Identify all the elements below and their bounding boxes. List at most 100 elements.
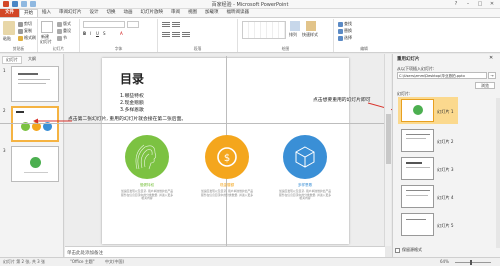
find-button[interactable]: 查找 bbox=[344, 21, 352, 26]
layout-button[interactable]: 版式 bbox=[63, 21, 71, 26]
reuse-slide-label-3[interactable]: 幻灯片 3 bbox=[437, 167, 454, 173]
reuse-slide-thumb-2[interactable] bbox=[401, 129, 434, 152]
tab-7[interactable]: 幻灯片放映 bbox=[137, 9, 168, 17]
tab-10[interactable]: 加载项 bbox=[201, 9, 223, 17]
align-right-icon[interactable] bbox=[182, 32, 190, 37]
select-button[interactable]: 选择 bbox=[344, 35, 352, 40]
format-painter-button[interactable]: 格式刷 bbox=[24, 35, 36, 40]
shapes-gallery[interactable] bbox=[242, 21, 286, 39]
tab-1[interactable]: 开始 bbox=[19, 9, 38, 17]
replace-button[interactable]: 替换 bbox=[344, 28, 352, 33]
tab-9[interactable]: 视图 bbox=[184, 9, 201, 17]
circle-blue[interactable] bbox=[283, 135, 327, 179]
slide-thumbnail-2[interactable] bbox=[11, 106, 59, 142]
slide-title[interactable]: 目录 bbox=[120, 70, 144, 87]
reuse-pane-title: 重用幻灯片 bbox=[397, 57, 420, 62]
section-icon bbox=[57, 35, 62, 41]
reuse-scrollbar[interactable] bbox=[496, 98, 500, 248]
quick-styles-button[interactable]: 快速样式 bbox=[302, 32, 318, 38]
tab-3[interactable]: 审阅幻灯片 bbox=[55, 9, 86, 17]
ribbon-tabs: 文件 开始 插入 审阅幻灯片 设计 切换 动画 幻灯片放映 审阅 视图 加载项 福昕阅读器 bbox=[0, 9, 500, 17]
reuse-slide-thumb-3[interactable] bbox=[401, 157, 434, 180]
reuse-slide-label-2[interactable]: 幻灯片 2 bbox=[437, 139, 454, 145]
circle-label-3: 多样恩歌 bbox=[297, 183, 313, 187]
thumb-text-line bbox=[406, 162, 422, 164]
editing-group: 查找 替换 选择 编辑 bbox=[334, 19, 394, 52]
scroll-thumb[interactable] bbox=[386, 114, 391, 164]
circle-orange[interactable]: $ bbox=[205, 135, 249, 179]
left-pane-tabs: 幻灯片 大纲 bbox=[2, 56, 39, 64]
reset-icon bbox=[57, 28, 62, 34]
font-size-dropdown[interactable] bbox=[127, 21, 139, 28]
zoom-slider-thumb[interactable] bbox=[470, 260, 472, 265]
reuse-slide-thumb-4[interactable] bbox=[401, 185, 434, 208]
slide-thumbnail-3[interactable] bbox=[11, 146, 59, 182]
bold-icon[interactable]: B bbox=[83, 31, 86, 36]
thumb-title-line bbox=[18, 73, 38, 75]
tab-11[interactable]: 福昕阅读器 bbox=[223, 9, 254, 17]
ribbon: 粘贴 剪切 复制 格式刷 剪贴板 新建 幻灯片 版式 重设 节 幻灯片 B I … bbox=[0, 17, 500, 53]
zoom-level[interactable]: 64% bbox=[440, 259, 449, 264]
browse-button[interactable]: 浏览 bbox=[475, 82, 495, 89]
circle-green[interactable] bbox=[125, 135, 169, 179]
window-title: 百家经验 - Microsoft PowerPoint bbox=[211, 2, 289, 8]
strikethrough-icon[interactable]: S bbox=[103, 31, 106, 36]
reuse-slide-thumb-1[interactable] bbox=[401, 99, 434, 122]
save-icon[interactable] bbox=[12, 1, 18, 7]
font-color-icon[interactable]: A bbox=[120, 31, 123, 36]
help-button[interactable]: ? bbox=[450, 0, 462, 8]
paste-icon[interactable] bbox=[3, 21, 15, 35]
arrange-icon[interactable] bbox=[290, 21, 300, 31]
keep-format-checkbox[interactable] bbox=[395, 248, 400, 253]
vertical-scrollbar[interactable] bbox=[384, 54, 391, 246]
path-go-icon[interactable]: → bbox=[488, 72, 496, 79]
font-name-dropdown[interactable] bbox=[83, 21, 125, 28]
new-slide-label: 幻灯片 bbox=[40, 39, 52, 44]
reset-button[interactable]: 重设 bbox=[63, 28, 71, 33]
thumb-text-line bbox=[406, 190, 430, 191]
slide-item-2[interactable]: 2.现金赠额 bbox=[120, 99, 144, 106]
tab-list: 文件 开始 插入 审阅幻灯片 设计 切换 动画 幻灯片放映 审阅 视图 加载项 福昕阅读器 bbox=[0, 9, 253, 17]
new-slide-icon[interactable] bbox=[41, 21, 53, 33]
paste-button[interactable]: 粘贴 bbox=[3, 36, 11, 42]
notes-pane[interactable]: 单击此处添加备注 bbox=[65, 246, 385, 257]
reuse-slide-label-1[interactable]: 幻灯片 1 bbox=[437, 109, 454, 115]
align-left-icon[interactable] bbox=[162, 32, 170, 37]
tab-0[interactable]: 文件 bbox=[0, 9, 19, 17]
font-group: B I U S A 字体 bbox=[80, 19, 158, 52]
tab-2[interactable]: 插入 bbox=[38, 9, 55, 17]
copy-button[interactable]: 复制 bbox=[24, 28, 32, 33]
tab-8[interactable]: 审阅 bbox=[167, 9, 184, 17]
slide-item-3[interactable]: 3.多样恩歌 bbox=[120, 106, 144, 113]
quick-styles-icon[interactable] bbox=[306, 21, 316, 31]
horizontal-guide bbox=[0, 123, 390, 124]
reuse-slide-thumb-5[interactable] bbox=[401, 213, 434, 236]
tab-4[interactable]: 设计 bbox=[86, 9, 103, 17]
cut-button[interactable]: 剪切 bbox=[24, 21, 32, 26]
reuse-slide-label-5[interactable]: 幻灯片 5 bbox=[437, 223, 454, 229]
arrange-button[interactable]: 排列 bbox=[289, 32, 297, 38]
pane-close-icon[interactable]: ✕ bbox=[489, 55, 493, 61]
reuse-slide-label-4[interactable]: 幻灯片 4 bbox=[437, 195, 454, 201]
section-button[interactable]: 节 bbox=[63, 35, 67, 40]
quick-access-toolbar bbox=[3, 1, 36, 7]
slide-item-1[interactable]: 1.哪些特权 bbox=[120, 92, 144, 99]
numbering-icon[interactable] bbox=[172, 22, 180, 27]
thumb-number-3: 3 bbox=[3, 148, 6, 153]
undo-icon[interactable] bbox=[21, 1, 27, 7]
redo-icon[interactable] bbox=[30, 1, 36, 7]
tab-5[interactable]: 切换 bbox=[103, 9, 120, 17]
zoom-slider[interactable] bbox=[455, 262, 491, 263]
tab-outline[interactable]: 大纲 bbox=[25, 56, 39, 64]
maximize-button[interactable]: □ bbox=[474, 0, 486, 8]
close-button[interactable]: ✕ bbox=[486, 0, 498, 8]
minimize-button[interactable]: – bbox=[462, 0, 474, 8]
align-center-icon[interactable] bbox=[172, 32, 180, 37]
bullets-icon[interactable] bbox=[162, 22, 170, 27]
tab-6[interactable]: 动画 bbox=[120, 9, 137, 17]
underline-icon[interactable]: U bbox=[96, 31, 99, 36]
tab-slides[interactable]: 幻灯片 bbox=[2, 56, 22, 64]
italic-icon[interactable]: I bbox=[90, 31, 91, 36]
file-path-input[interactable]: C:\Users\zmm\Desktop\毕业旅拍.pptx bbox=[397, 72, 487, 79]
slide-thumbnail-1[interactable] bbox=[11, 66, 59, 102]
